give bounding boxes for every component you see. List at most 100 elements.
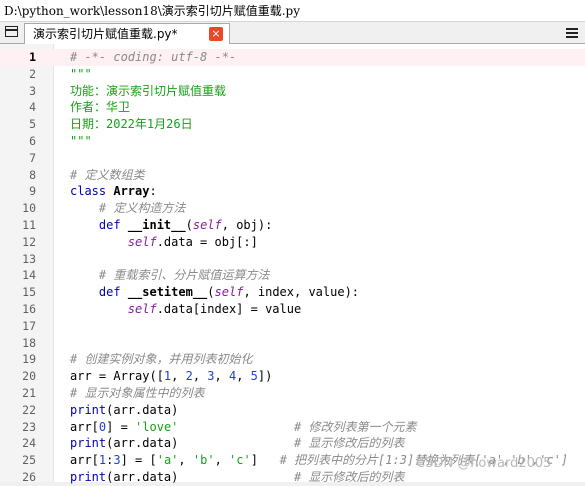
- code-text: def __init__(self, obj):: [70, 217, 272, 234]
- code-line[interactable]: 4 作者：华卫: [0, 99, 585, 116]
- code-token: # 重载索引、分片赋值运算方法: [98, 268, 270, 283]
- code-line[interactable]: 14 # 重载索引、分片赋值运算方法: [0, 267, 585, 284]
- code-text: """: [70, 66, 92, 83]
- code-token: (: [185, 218, 193, 232]
- code-token: class: [70, 184, 114, 199]
- code-token: # 显示修改后的列表: [293, 436, 405, 451]
- tab-active-file[interactable]: 演示索引切片赋值重载.py* ×: [24, 23, 230, 44]
- code-line[interactable]: 12 self.data = obj[:]: [0, 234, 585, 251]
- code-token: 2: [185, 369, 193, 384]
- code-line[interactable]: 5 日期：2022年1月26日: [0, 116, 585, 133]
- code-token: ] = [: [120, 453, 157, 468]
- code-line[interactable]: 24 print(arr.data) # 显示修改后的列表: [0, 435, 585, 452]
- code-token: print: [70, 402, 107, 417]
- code-token: 作者：华卫: [70, 100, 131, 115]
- close-icon[interactable]: ×: [209, 27, 223, 41]
- line-number: 2: [29, 66, 36, 81]
- code-line[interactable]: 22 print(arr.data): [0, 402, 585, 419]
- code-line[interactable]: 17: [0, 318, 585, 335]
- line-number: 19: [22, 352, 36, 367]
- code-token: __init__: [127, 218, 186, 232]
- code-token: self: [214, 285, 244, 300]
- hamburger-menu-icon[interactable]: [566, 28, 578, 38]
- line-number: 1: [29, 50, 36, 64]
- line-number: 15: [22, 285, 36, 300]
- code-line[interactable]: 10 # 定义构造方法: [0, 200, 585, 217]
- code-line[interactable]: 2 """: [0, 66, 585, 83]
- code-token: (arr.data): [106, 436, 179, 451]
- code-text: # 重载索引、分片赋值运算方法: [70, 267, 269, 284]
- tab-label: 演示索引切片赋值重载.py*: [33, 27, 178, 41]
- code-token: , obj):: [221, 218, 273, 232]
- code-line[interactable]: 19 # 创建实例对象，并用列表初始化: [0, 351, 585, 368]
- code-line[interactable]: 13: [0, 251, 585, 268]
- code-token: 5: [250, 369, 258, 384]
- code-text: self.data = obj[:]: [70, 234, 258, 251]
- watermark-text: CSDN @howard2005: [416, 456, 552, 471]
- code-line[interactable]: 26 print(arr.data) # 显示修改后的列表: [0, 469, 585, 486]
- code-text: def __setitem__(self, index, value):: [70, 284, 359, 301]
- window-title-bar: D:\python_work\lesson18\演示索引切片赋值重载.py: [0, 0, 585, 22]
- code-text: print(arr.data) # 显示修改后的列表: [70, 469, 404, 486]
- code-text: self.data[index] = value: [70, 301, 301, 318]
- line-number: 8: [29, 167, 36, 182]
- code-line[interactable]: 15 def __setitem__(self, index, value):: [0, 284, 585, 301]
- code-token: """: [70, 134, 92, 148]
- code-token: ,: [178, 453, 193, 468]
- code-token: ]): [257, 369, 273, 384]
- code-line[interactable]: 18: [0, 335, 585, 352]
- code-text: arr[0] = 'love' # 修改列表第一个元素: [70, 419, 416, 436]
- code-token: 'love': [135, 419, 179, 434]
- code-text: # 定义构造方法: [70, 200, 185, 217]
- code-line[interactable]: 23 arr[0] = 'love' # 修改列表第一个元素: [0, 419, 585, 436]
- code-token: """: [70, 66, 92, 81]
- code-token: ,: [214, 453, 230, 468]
- panel-toggle-icon[interactable]: [5, 26, 18, 37]
- code-token: 功能：演示索引切片赋值重载: [70, 83, 227, 98]
- code-token: # 创建实例对象，并用列表初始化: [70, 352, 253, 367]
- code-token: ] =: [106, 419, 136, 434]
- line-number: 7: [29, 150, 36, 165]
- line-number: 25: [22, 453, 36, 468]
- code-token: self: [192, 218, 222, 232]
- code-token: 3: [113, 453, 121, 468]
- line-number: 16: [22, 302, 36, 316]
- code-line[interactable]: 11 def __init__(self, obj):: [0, 217, 585, 234]
- code-token: :: [149, 184, 157, 199]
- code-line[interactable]: 6 """: [0, 133, 585, 150]
- code-token: self: [127, 234, 157, 249]
- code-text: 功能：演示索引切片赋值重载: [70, 83, 226, 100]
- line-number: 13: [22, 251, 36, 266]
- code-token: __setitem__: [127, 285, 208, 300]
- code-token: 3: [207, 369, 215, 384]
- code-line[interactable]: 20 arr = Array([1, 2, 3, 4, 5]): [0, 368, 585, 385]
- code-text: # 创建实例对象，并用列表初始化: [70, 351, 252, 368]
- code-line[interactable]: 7: [0, 150, 585, 167]
- line-number: 4: [29, 100, 36, 115]
- code-text: print(arr.data) # 显示修改后的列表: [70, 435, 404, 452]
- code-token: def: [98, 218, 128, 232]
- code-editor[interactable]: 1 # -*- coding: utf-8 -*- 2 """ 3 功能：演示索引切片赋值…: [0, 44, 585, 484]
- code-line[interactable]: 21 # 显示对象属性中的列表: [0, 385, 585, 402]
- code-token: (arr.data): [106, 402, 179, 417]
- line-number: 11: [22, 218, 36, 232]
- code-line[interactable]: 1 # -*- coding: utf-8 -*-: [0, 49, 585, 66]
- line-number: 21: [22, 386, 36, 400]
- code-line[interactable]: 16 self.data[index] = value: [0, 301, 585, 318]
- line-number: 26: [22, 470, 36, 484]
- code-token: def: [98, 285, 128, 300]
- line-number: 24: [22, 436, 36, 451]
- code-text: 作者：华卫: [70, 99, 130, 116]
- code-line[interactable]: 3 功能：演示索引切片赋值重载: [0, 83, 585, 100]
- code-token: .data[index] = value: [156, 302, 302, 316]
- code-token: ,: [214, 369, 229, 384]
- code-text: # -*- coding: utf-8 -*-: [70, 49, 236, 66]
- code-line[interactable]: 9 class Array:: [0, 183, 585, 200]
- code-text: # 显示对象属性中的列表: [70, 385, 204, 402]
- code-line[interactable]: 8 # 定义数组类: [0, 167, 585, 184]
- code-token: arr = Array([: [70, 369, 164, 384]
